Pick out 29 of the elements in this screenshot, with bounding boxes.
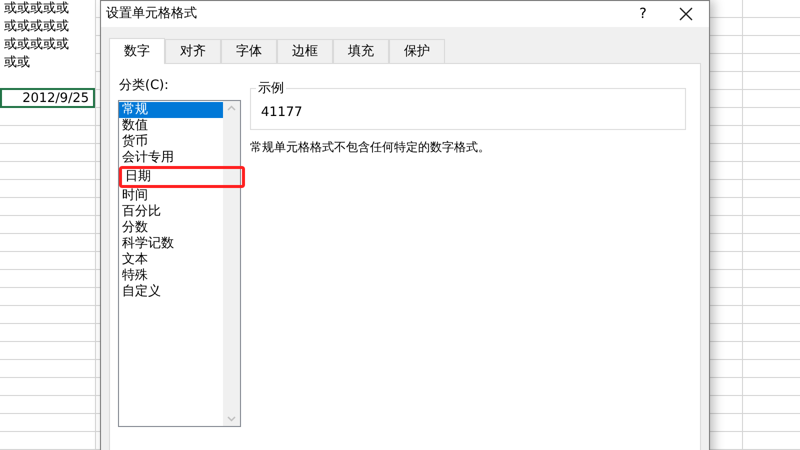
scroll-down-icon	[227, 416, 236, 422]
sheet-cell[interactable]: 2012/9/25	[0, 88, 95, 108]
close-icon	[679, 7, 693, 21]
category-item[interactable]: 自定义	[119, 284, 223, 300]
category-item[interactable]: 会计专用	[119, 150, 223, 166]
scrollbar[interactable]	[223, 100, 240, 426]
category-item[interactable]: 科学记数	[119, 236, 223, 252]
tab[interactable]: 对齐	[165, 39, 221, 63]
help-button[interactable]: ?	[623, 1, 663, 27]
category-item[interactable]: 货币	[119, 134, 223, 150]
tab[interactable]: 保护	[389, 39, 445, 63]
category-item[interactable]: 时间	[119, 188, 223, 204]
category-label: 分类(C):	[119, 77, 170, 95]
tab[interactable]: 数字	[109, 38, 165, 64]
tab[interactable]: 填充	[333, 39, 389, 63]
category-item[interactable]: 文本	[119, 252, 223, 268]
category-item[interactable]: 数值	[119, 118, 223, 134]
tab[interactable]: 字体	[221, 39, 277, 63]
dialog-title: 设置单元格格式	[106, 5, 198, 24]
format-description: 常规单元格格式不包含任何特定的数字格式。	[250, 139, 491, 156]
category-item[interactable]: 分数	[119, 220, 223, 236]
scroll-up-icon	[227, 104, 236, 110]
tab[interactable]: 边框	[277, 39, 333, 63]
category-item[interactable]: 常规	[119, 102, 223, 118]
category-item[interactable]: 特殊	[119, 268, 223, 284]
category-item[interactable]: 百分比	[119, 204, 223, 220]
sample-value: 41177	[261, 104, 302, 122]
sheet-cell[interactable]: 或或或或或或或或或或或或或或或或或	[0, 0, 75, 72]
category-item[interactable]: 日期	[119, 166, 245, 188]
